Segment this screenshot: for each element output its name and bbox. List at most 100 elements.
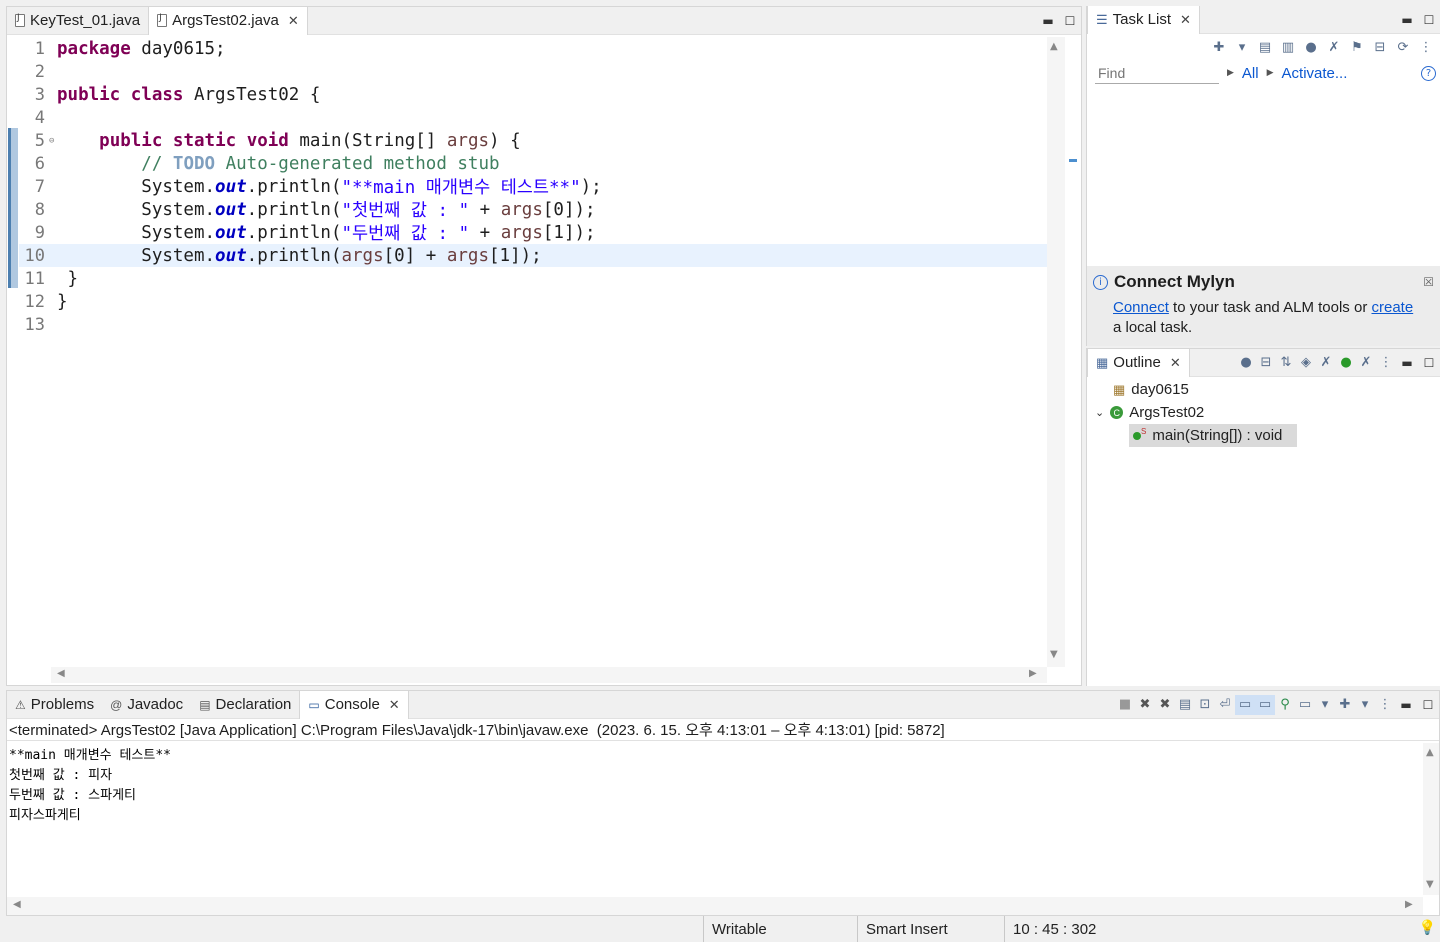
scroll-up-icon[interactable]: ▲ bbox=[1426, 747, 1434, 758]
code-token: } bbox=[57, 268, 79, 289]
close-icon[interactable]: ✕ bbox=[1170, 355, 1181, 371]
tab-javadoc[interactable]: @ Javadoc bbox=[102, 691, 191, 719]
code-line[interactable]: 6 // TODO Auto-generated method stub bbox=[19, 152, 1047, 175]
remove-all-icon[interactable]: ✖ bbox=[1155, 695, 1175, 715]
scroll-down-icon[interactable]: ▼ bbox=[1050, 649, 1058, 660]
display-console-icon[interactable]: ▭ bbox=[1295, 695, 1315, 715]
scroll-right-icon[interactable]: ▶ bbox=[1405, 899, 1413, 910]
scroll-left-icon[interactable]: ◀ bbox=[13, 899, 21, 910]
clear-console-icon[interactable]: ▤ bbox=[1175, 695, 1195, 715]
new-task-icon[interactable]: ✚ bbox=[1209, 37, 1229, 57]
show-on-stdout-icon[interactable]: ▭ bbox=[1235, 694, 1255, 715]
minimize-icon[interactable]: ▬ bbox=[1395, 698, 1417, 712]
focus-icon[interactable]: ● bbox=[1236, 353, 1256, 373]
code-line[interactable]: 7 System. out .println("**main 매개변수 테스트**"… bbox=[19, 175, 1047, 199]
focus-icon[interactable]: ● bbox=[1301, 37, 1321, 57]
maximize-icon[interactable]: ☐ bbox=[1417, 698, 1439, 712]
close-icon[interactable]: ✕ bbox=[288, 13, 299, 29]
view-menu-icon[interactable]: ⋮ bbox=[1416, 37, 1436, 57]
all-tasks-link[interactable]: All bbox=[1242, 65, 1259, 82]
filter-icon[interactable]: ⚑ bbox=[1347, 37, 1367, 57]
outline-package[interactable]: ▦ day0615 bbox=[1087, 378, 1440, 401]
outline-method[interactable]: S main(String[]) : void bbox=[1129, 424, 1297, 447]
code-line[interactable]: 10 System. out .println(args [0] + args [1])… bbox=[19, 244, 1047, 267]
minimize-icon[interactable]: ▬ bbox=[1396, 13, 1418, 27]
hide-local-types-icon[interactable]: ✗ bbox=[1356, 353, 1376, 373]
dropdown-icon[interactable]: ▾ bbox=[1355, 695, 1375, 715]
maximize-icon[interactable]: ☐ bbox=[1418, 356, 1440, 370]
code-line[interactable]: 8 System. out .println("첫번째 값 : " + args [0… bbox=[19, 198, 1047, 222]
maximize-icon[interactable]: ☐ bbox=[1418, 13, 1440, 27]
code-line[interactable]: 3 public class ArgsTest02 { bbox=[19, 83, 1047, 106]
code-line[interactable]: 1 package day0615; bbox=[19, 37, 1047, 60]
tip-bulb-icon[interactable]: 💡 bbox=[1419, 920, 1436, 936]
view-menu-icon[interactable]: ⋮ bbox=[1375, 695, 1395, 715]
horizontal-scrollbar[interactable]: ◀ ▶ bbox=[51, 667, 1047, 683]
tab-problems[interactable]: ⚠ Problems bbox=[7, 691, 102, 719]
pin-console-icon[interactable]: ⚲ bbox=[1275, 695, 1295, 715]
console-header: <terminated> ArgsTest02 [Java Applicatio… bbox=[7, 719, 1439, 741]
tab-keytest-01[interactable]: KeyTest_01.java bbox=[7, 7, 148, 35]
outline-class[interactable]: ⌄ C ArgsTest02 bbox=[1087, 401, 1440, 424]
remove-launch-icon[interactable]: ✖ bbox=[1135, 695, 1155, 715]
hide-nonpublic-icon[interactable]: ● bbox=[1336, 353, 1356, 373]
collapse-all-icon[interactable]: ⊟ bbox=[1256, 353, 1276, 373]
task-find-input[interactable] bbox=[1095, 62, 1219, 84]
scheduled-icon[interactable]: ▥ bbox=[1278, 37, 1298, 57]
status-insert-mode[interactable]: Smart Insert bbox=[857, 916, 1004, 942]
sort-icon[interactable]: ⇅ bbox=[1276, 353, 1296, 373]
vertical-scrollbar[interactable]: ▲ ▼ bbox=[1047, 37, 1065, 667]
tab-console[interactable]: ▭ Console ✕ bbox=[299, 690, 409, 719]
tab-task-list[interactable]: ☰ Task List ✕ bbox=[1087, 5, 1200, 34]
scroll-left-icon[interactable]: ◀ bbox=[57, 668, 65, 679]
code-line[interactable]: 2 bbox=[19, 60, 1047, 83]
sync-icon[interactable]: ⟳ bbox=[1393, 37, 1413, 57]
code-token: args bbox=[500, 199, 543, 220]
view-menu-icon[interactable]: ⋮ bbox=[1376, 353, 1396, 373]
dropdown-icon[interactable]: ▾ bbox=[1232, 37, 1252, 57]
close-icon[interactable]: ✕ bbox=[1180, 12, 1191, 28]
scroll-up-icon[interactable]: ▲ bbox=[1050, 41, 1058, 52]
console-vertical-scrollbar[interactable]: ▲ ▼ bbox=[1423, 743, 1439, 895]
close-icon[interactable]: ☒ bbox=[1423, 275, 1434, 289]
code-line[interactable]: 4 bbox=[19, 106, 1047, 129]
code-area[interactable]: 1 package day0615; 2 3 public class ArgsTest… bbox=[19, 37, 1047, 665]
code-line[interactable]: 9 System. out .println("두번째 값 : " + args [1… bbox=[19, 221, 1047, 245]
minimize-icon[interactable]: ▬ bbox=[1037, 14, 1059, 28]
code-line[interactable]: 12} bbox=[19, 290, 1047, 313]
maximize-icon[interactable]: ☐ bbox=[1059, 14, 1081, 28]
hide-fields-icon[interactable]: ◈ bbox=[1296, 353, 1316, 373]
show-on-stderr-icon[interactable]: ▭ bbox=[1255, 694, 1275, 715]
collapse-all-icon[interactable]: ⊟ bbox=[1370, 37, 1390, 57]
code-token: [1]); bbox=[542, 222, 596, 243]
open-console-icon[interactable]: ✚ bbox=[1335, 695, 1355, 715]
code-line[interactable]: 5 ⊖ public static void main(String[] args… bbox=[19, 129, 1047, 152]
tab-label: Outline bbox=[1113, 354, 1161, 371]
create-link[interactable]: create bbox=[1371, 299, 1413, 316]
word-wrap-icon[interactable]: ⏎ bbox=[1215, 695, 1235, 715]
overview-marker[interactable] bbox=[1069, 159, 1077, 162]
dropdown-icon[interactable]: ▾ bbox=[1315, 695, 1335, 715]
scroll-down-icon[interactable]: ▼ bbox=[1426, 879, 1434, 890]
tab-argstest02[interactable]: ArgsTest02.java ✕ bbox=[148, 6, 308, 35]
help-icon[interactable]: ? bbox=[1421, 65, 1436, 81]
code-line[interactable]: 11 } bbox=[19, 267, 1047, 290]
hide-static-icon[interactable]: ✗ bbox=[1316, 353, 1336, 373]
scroll-lock-icon[interactable]: ⊡ bbox=[1195, 695, 1215, 715]
console-horizontal-scrollbar[interactable]: ◀ ▶ bbox=[7, 897, 1423, 915]
terminate-icon[interactable]: ■ bbox=[1115, 695, 1135, 715]
connect-link[interactable]: Connect bbox=[1113, 299, 1169, 316]
hide-completed-icon[interactable]: ✗ bbox=[1324, 37, 1344, 57]
tab-declaration[interactable]: ▤ Declaration bbox=[191, 691, 299, 719]
status-cursor-position[interactable]: 10 : 45 : 302 bbox=[1004, 916, 1150, 942]
categorized-icon[interactable]: ▤ bbox=[1255, 37, 1275, 57]
code-line[interactable]: 13 bbox=[19, 313, 1047, 336]
fold-icon[interactable]: ⊖ bbox=[49, 136, 57, 146]
close-icon[interactable]: ✕ bbox=[389, 697, 400, 713]
minimize-icon[interactable]: ▬ bbox=[1396, 356, 1418, 370]
console-output[interactable]: **main 매개변수 테스트** 첫번째 값 : 피자 두번째 값 : 스파게티 피… bbox=[7, 741, 1439, 824]
scroll-right-icon[interactable]: ▶ bbox=[1029, 668, 1037, 679]
chevron-down-icon[interactable]: ⌄ bbox=[1095, 406, 1104, 419]
tab-outline[interactable]: ▦ Outline ✕ bbox=[1087, 348, 1190, 377]
activate-task-link[interactable]: Activate... bbox=[1282, 65, 1348, 82]
